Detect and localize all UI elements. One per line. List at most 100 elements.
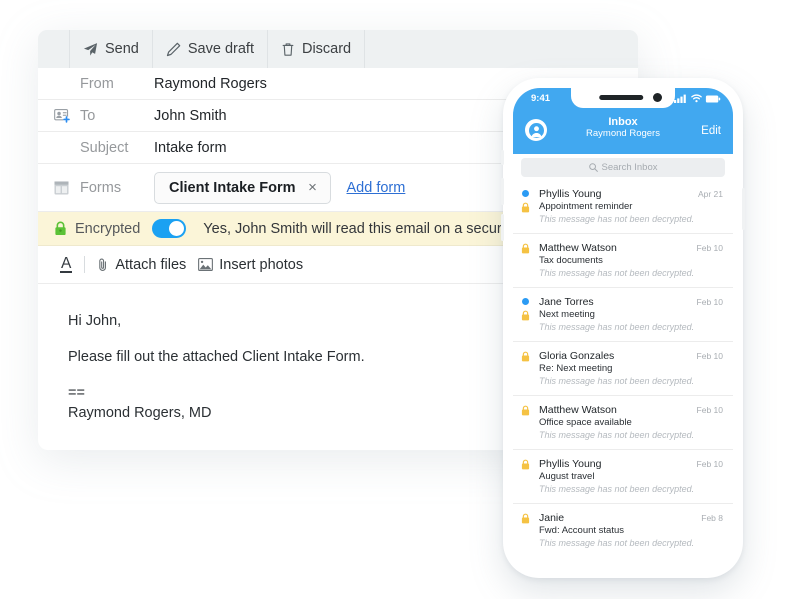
- message-subject: Office space available: [539, 417, 632, 428]
- from-label: From: [80, 75, 114, 92]
- message-subject: Tax documents: [539, 255, 603, 266]
- search-icon: [588, 163, 598, 172]
- volume-up-button[interactable]: [501, 178, 504, 205]
- message-header: Phyllis Young Apr 21: [539, 188, 723, 200]
- message-subject: Appointment reminder: [539, 201, 633, 212]
- message-date: Feb 10: [696, 297, 723, 307]
- cellular-signal-icon: [674, 94, 688, 103]
- message-header: Jane Torres Feb 10: [539, 296, 723, 308]
- message-preview: This message has not been decrypted.: [539, 376, 695, 386]
- toolbar-empty-area: [365, 30, 638, 68]
- encrypted-toggle[interactable]: [152, 219, 187, 238]
- phone-mockup: 9:41 Inbox Raymond Rogers Edit Search In…: [501, 78, 745, 578]
- subject-value: Intake form: [154, 139, 227, 156]
- message-date: Feb 10: [696, 243, 723, 253]
- status-bar-indicators: [674, 94, 721, 103]
- message-header: Matthew Watson Feb 10: [539, 404, 723, 416]
- subject-label: Subject: [80, 139, 129, 156]
- power-button[interactable]: [742, 188, 745, 230]
- search-container: Search Inbox: [513, 154, 733, 180]
- lock-icon: [521, 405, 530, 416]
- message-sender: Gloria Gonzales: [539, 350, 615, 362]
- form-chip-name: Client Intake Form: [169, 179, 296, 196]
- message-header: Gloria Gonzales Feb 10: [539, 350, 723, 362]
- earpiece-speaker: [599, 95, 644, 100]
- trash-icon: [281, 42, 295, 57]
- nav-title-group: Inbox Raymond Rogers: [513, 116, 733, 139]
- send-button[interactable]: Send: [70, 30, 153, 68]
- message-date: Feb 10: [696, 351, 723, 361]
- add-contact-icon[interactable]: [54, 108, 80, 123]
- message-sender: Janie: [539, 512, 565, 524]
- message-date: Feb 10: [696, 459, 723, 469]
- list-item[interactable]: Matthew Watson Feb 10 Tax documents This me…: [513, 234, 733, 288]
- attach-files-button[interactable]: Attach files: [97, 257, 186, 273]
- edit-button[interactable]: Edit: [701, 125, 721, 137]
- message-date: Feb 10: [696, 405, 723, 415]
- add-form-link[interactable]: Add form: [347, 180, 406, 196]
- wifi-icon: [691, 94, 702, 103]
- list-item[interactable]: Matthew Watson Feb 10 Office space availab…: [513, 396, 733, 450]
- phone-screen: 9:41 Inbox Raymond Rogers Edit Search In…: [513, 88, 733, 568]
- toolbar-divider: [84, 256, 86, 273]
- save-draft-button[interactable]: Save draft: [153, 30, 268, 68]
- lock-icon: [521, 459, 530, 470]
- message-sender: Jane Torres: [539, 296, 594, 308]
- to-label: To: [80, 107, 96, 124]
- inbox-title: Inbox: [608, 116, 638, 128]
- discard-button[interactable]: Discard: [268, 30, 366, 68]
- screenshot-root: Send Save draft Discard From Raymond Rog…: [0, 0, 800, 599]
- compose-toolbar: Send Save draft Discard: [38, 30, 638, 68]
- unread-dot: [522, 298, 529, 305]
- remove-form-icon[interactable]: ×: [296, 179, 330, 196]
- pencil-icon: [166, 42, 181, 57]
- message-sender: Phyllis Young: [539, 188, 602, 200]
- message-subject: Re: Next meeting: [539, 363, 613, 374]
- encrypted-label: Encrypted: [75, 220, 141, 237]
- lock-icon: [521, 310, 530, 321]
- forms-icon: [54, 180, 80, 195]
- font-format-icon[interactable]: A: [60, 255, 73, 273]
- message-sender: Matthew Watson: [539, 242, 617, 254]
- paperclip-icon: [97, 257, 109, 272]
- unread-dot: [522, 190, 529, 197]
- message-preview: This message has not been decrypted.: [539, 538, 695, 548]
- list-item[interactable]: Phyllis Young Feb 10 August travel This mes…: [513, 450, 733, 504]
- send-label: Send: [105, 41, 139, 57]
- mute-switch[interactable]: [501, 150, 504, 165]
- status-bar-time: 9:41: [531, 93, 551, 104]
- list-item[interactable]: Phyllis Young Apr 21 Appointment reminder T…: [513, 180, 733, 234]
- lock-icon: [521, 202, 530, 213]
- message-header: Janie Feb 8: [539, 512, 723, 524]
- message-preview: This message has not been decrypted.: [539, 430, 695, 440]
- insert-photos-button[interactable]: Insert photos: [198, 257, 303, 273]
- attach-files-label: Attach files: [115, 256, 187, 273]
- message-sender: Matthew Watson: [539, 404, 617, 416]
- message-subject: Next meeting: [539, 309, 595, 320]
- message-header: Phyllis Young Feb 10: [539, 458, 723, 470]
- lock-icon: [521, 513, 530, 524]
- list-item[interactable]: Gloria Gonzales Feb 10 Re: Next meeting Thi…: [513, 342, 733, 396]
- list-item[interactable]: Jane Torres Feb 10 Next meeting This messag…: [513, 288, 733, 342]
- volume-down-button[interactable]: [501, 214, 504, 241]
- search-placeholder: Search Inbox: [601, 162, 658, 173]
- lock-icon: [521, 351, 530, 362]
- message-preview: This message has not been decrypted.: [539, 322, 695, 332]
- search-input[interactable]: Search Inbox: [521, 158, 725, 177]
- list-item[interactable]: Janie Feb 8 Fwd: Account status This messag…: [513, 504, 733, 557]
- message-preview: This message has not been decrypted.: [539, 484, 695, 494]
- message-preview: This message has not been decrypted.: [539, 268, 695, 278]
- message-sender: Phyllis Young: [539, 458, 602, 470]
- message-subject: August travel: [539, 471, 595, 482]
- message-date: Apr 21: [697, 189, 723, 199]
- form-chip[interactable]: Client Intake Form ×: [154, 171, 331, 204]
- from-value: Raymond Rogers: [154, 75, 267, 92]
- lock-icon: [521, 243, 530, 254]
- phone-notch: [571, 88, 675, 108]
- message-date: Feb 8: [701, 513, 723, 523]
- inbox-message-list[interactable]: Phyllis Young Apr 21 Appointment reminder T…: [513, 180, 733, 568]
- lock-icon: [54, 221, 67, 236]
- forms-label: Forms: [80, 179, 122, 196]
- toolbar-left-spacer: [38, 30, 70, 68]
- phone-nav-bar: 9:41 Inbox Raymond Rogers Edit: [513, 88, 733, 154]
